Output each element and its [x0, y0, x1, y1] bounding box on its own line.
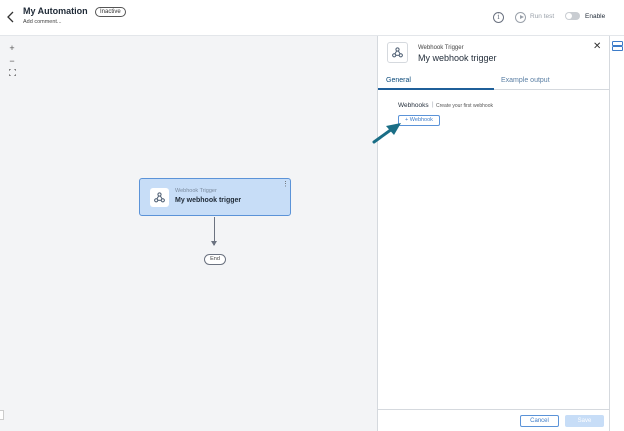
panel-toggle-icon[interactable] [612, 41, 623, 51]
tab-general[interactable]: General [386, 77, 411, 84]
panel-node-type: Webhook Trigger [418, 45, 464, 51]
annotation-arrow-icon [372, 123, 401, 144]
connector-arrow-icon [211, 241, 217, 246]
enable-label: Enable [585, 13, 606, 20]
active-tab-indicator [378, 88, 494, 90]
panel-node-name: My webhook trigger [418, 53, 497, 63]
status-badge: Inactive [95, 7, 126, 17]
node-type-label: Webhook Trigger [175, 188, 217, 194]
add-comment-link[interactable]: Add comment... [23, 19, 62, 25]
trigger-settings-panel: Webhook Trigger My webhook trigger ✕ Gen… [377, 36, 609, 431]
zoom-controls: + − [6, 42, 18, 82]
end-node: End [204, 254, 226, 265]
webhook-icon [387, 42, 408, 63]
close-icon[interactable]: ✕ [593, 41, 601, 52]
more-vertical-icon[interactable]: ⋮ [282, 181, 289, 188]
canvas-edge-handle[interactable] [0, 410, 4, 420]
webhook-icon [150, 188, 169, 207]
info-icon[interactable]: i [493, 12, 504, 23]
run-test-button[interactable]: Run test [530, 13, 554, 20]
fit-view-icon[interactable] [6, 68, 18, 81]
workflow-canvas[interactable]: + − Webhook Trigger My webhook trigger ⋮… [0, 36, 377, 431]
top-bar: My Automation Inactive Add comment... i … [0, 0, 624, 36]
right-rail [609, 36, 624, 431]
tab-example-output[interactable]: Example output [501, 77, 550, 84]
node-name-label: My webhook trigger [175, 197, 242, 204]
automation-title: My Automation [23, 6, 88, 16]
webhooks-hint: Create your first webhook [436, 103, 493, 109]
panel-tabs: General Example output [378, 73, 609, 90]
webhook-trigger-node[interactable]: Webhook Trigger My webhook trigger ⋮ [139, 178, 291, 216]
play-circle-icon[interactable] [515, 12, 526, 23]
webhooks-separator: | [432, 102, 434, 108]
chevron-left-icon[interactable] [6, 11, 16, 23]
cancel-button[interactable]: Cancel [520, 415, 559, 427]
webhooks-label: Webhooks [398, 102, 429, 109]
fit-screen-icon [8, 68, 16, 77]
zoom-out-button[interactable]: − [6, 55, 18, 68]
save-button[interactable]: Save [565, 415, 604, 427]
panel-footer: Cancel Save [378, 409, 609, 431]
zoom-in-button[interactable]: + [6, 42, 18, 55]
enable-toggle[interactable] [565, 12, 580, 20]
